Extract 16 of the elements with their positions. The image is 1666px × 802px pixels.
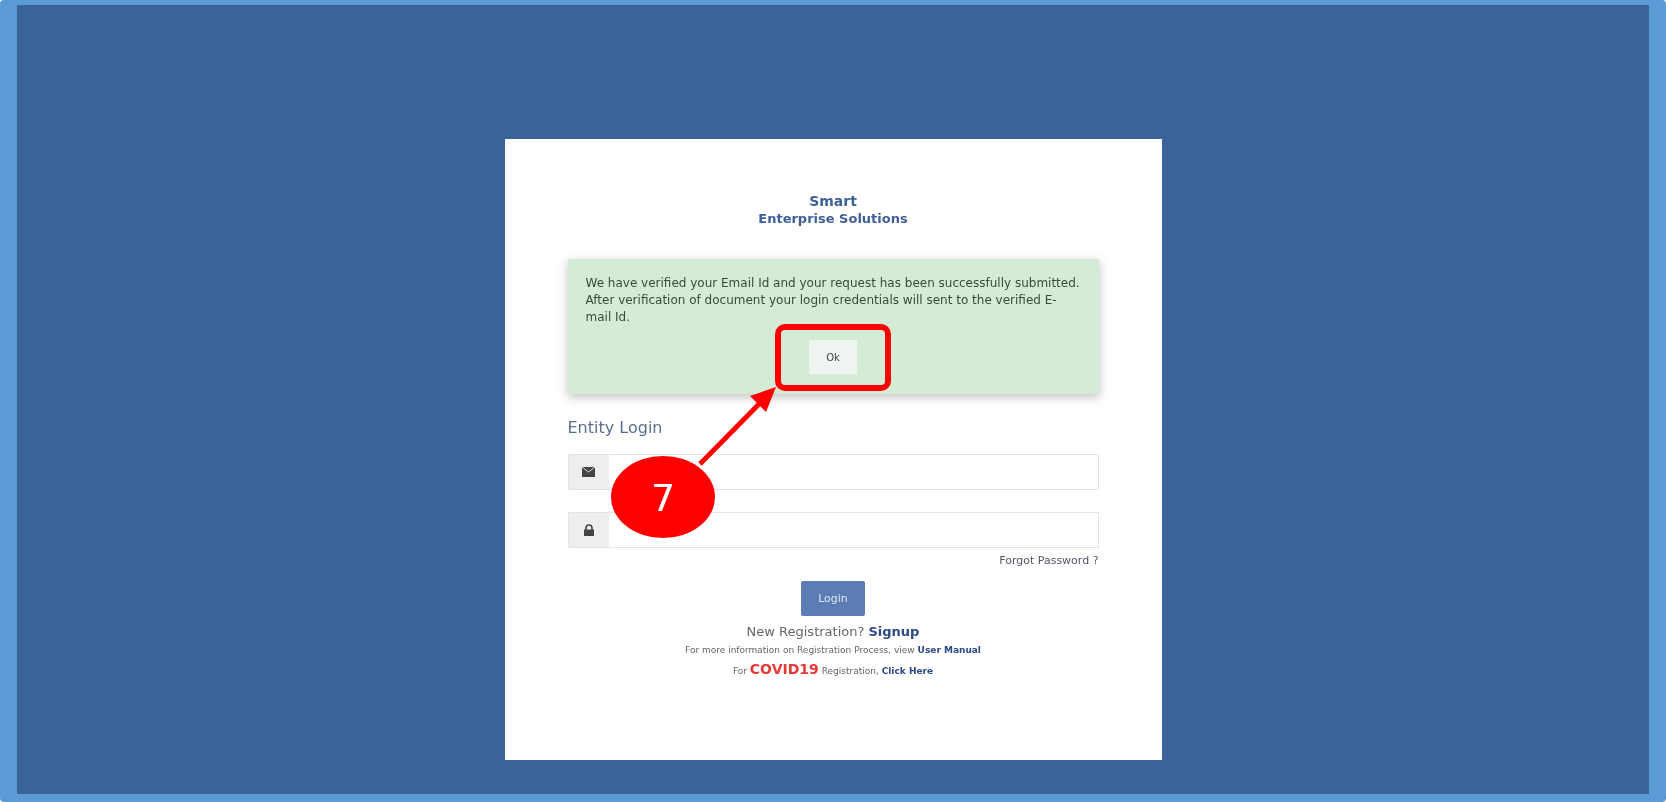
lock-icon	[583, 524, 594, 536]
ok-button[interactable]: Ok	[809, 340, 857, 374]
envelope-icon	[582, 467, 595, 477]
covid-note: For COVID19 Registration, Click Here	[732, 661, 934, 677]
password-field[interactable]	[567, 512, 1099, 548]
step-marker: 7	[610, 456, 715, 538]
login-heading: Entity Login	[567, 418, 664, 437]
manual-note: For more information on Registration Process, view User Manual	[685, 645, 981, 655]
signup-prompt: New Registration? Signup	[746, 624, 920, 639]
app-subtitle: Enterprise Solutions	[757, 210, 909, 227]
app-title: Smart	[808, 193, 858, 210]
forgot-password-link[interactable]: Forgot Password ?	[999, 554, 1099, 567]
signup-link[interactable]: Signup	[868, 624, 920, 639]
alert-message: We have verified your Email Id and your request has been successfully submitted. After verification of document your login credentials will sent to the verified E-mail Id.	[585, 275, 1081, 326]
click-here-link[interactable]: Click Here	[881, 666, 934, 676]
user-manual-link[interactable]: User Manual	[917, 645, 981, 655]
